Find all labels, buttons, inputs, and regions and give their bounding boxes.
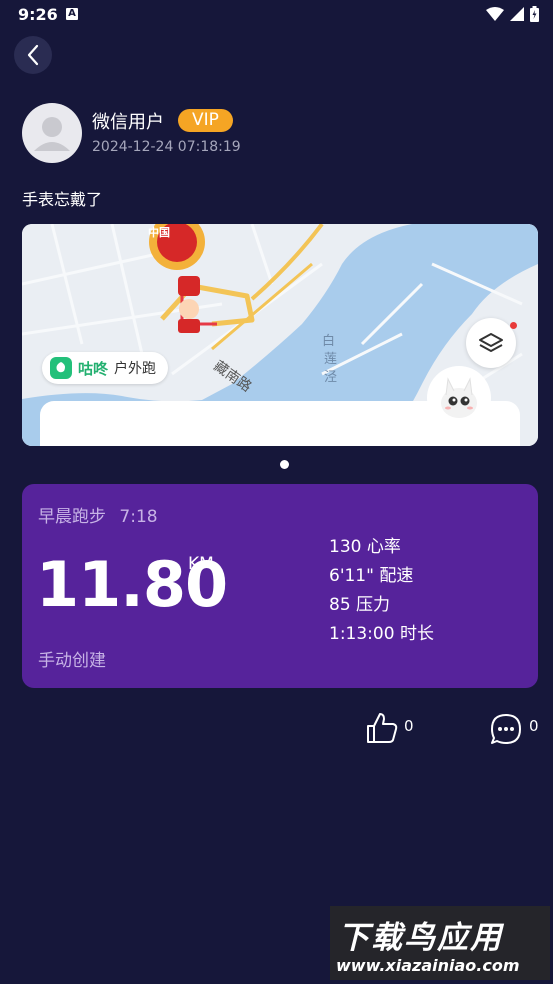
stat-duration: 1:13:00 时长	[329, 624, 434, 644]
comment-count: 0	[529, 717, 539, 735]
battery-icon	[530, 6, 539, 22]
watermark: 下载鸟应用 www.xiazainiao.com	[330, 906, 550, 980]
stat-pace: 6'11" 配速	[329, 566, 414, 586]
app-name: 咕咚	[78, 359, 109, 378]
run-title: 早晨跑步	[38, 507, 106, 527]
status-icons	[486, 6, 539, 22]
layers-icon	[479, 333, 503, 352]
run-summary-card[interactable]: 早晨跑步 7:18 11.80 KM 手动创建 130 心率 6'11" 配速 …	[22, 484, 538, 688]
chevron-left-icon	[27, 44, 39, 66]
stat-heart-rate: 130 心率	[329, 537, 401, 557]
app-badge: 咕咚 户外跑	[42, 352, 169, 384]
username[interactable]: 微信用户	[92, 108, 164, 134]
mascot-icon	[441, 377, 477, 418]
notification-icon: A	[66, 8, 78, 20]
status-time: 9:26	[18, 5, 58, 24]
carousel-indicator	[280, 460, 289, 469]
map-label-bai: 白	[322, 334, 336, 349]
stat-stress: 85 压力	[329, 595, 391, 615]
back-button[interactable]	[14, 36, 52, 74]
watermark-title: 下载鸟应用	[338, 920, 503, 956]
watermark-url: www.xiazainiao.com	[336, 956, 520, 975]
signal-icon	[510, 7, 524, 21]
avatar[interactable]	[22, 103, 82, 163]
route-map[interactable]: 白 莲 泾 藏南路 中国 咕咚 户外跑	[22, 224, 538, 446]
default-avatar-icon	[34, 117, 70, 151]
comment-icon[interactable]	[489, 712, 523, 746]
map-label-lian: 莲	[324, 352, 338, 367]
run-time: 7:18	[119, 507, 158, 527]
map-layers-button[interactable]	[466, 318, 516, 368]
notification-dot	[510, 322, 517, 329]
activity-type: 户外跑	[114, 361, 157, 377]
run-note: 手动创建	[38, 651, 106, 671]
mascot-avatar[interactable]	[427, 366, 491, 430]
post-text: 手表忘戴了	[22, 190, 103, 209]
codoon-logo-icon	[50, 357, 72, 379]
run-title-row: 早晨跑步 7:18	[38, 502, 158, 527]
map-label-jing: 泾	[324, 370, 338, 385]
like-count: 0	[404, 717, 414, 735]
distance-unit: KM	[188, 554, 214, 574]
vip-badge: VIP	[178, 109, 233, 132]
thumbs-up-icon[interactable]	[364, 710, 400, 746]
wifi-icon	[486, 7, 504, 21]
status-bar: 9:26 A	[0, 0, 553, 30]
post-datetime: 2024-12-24 07:18:19	[92, 139, 241, 155]
map-label-china: 中国	[148, 226, 170, 239]
